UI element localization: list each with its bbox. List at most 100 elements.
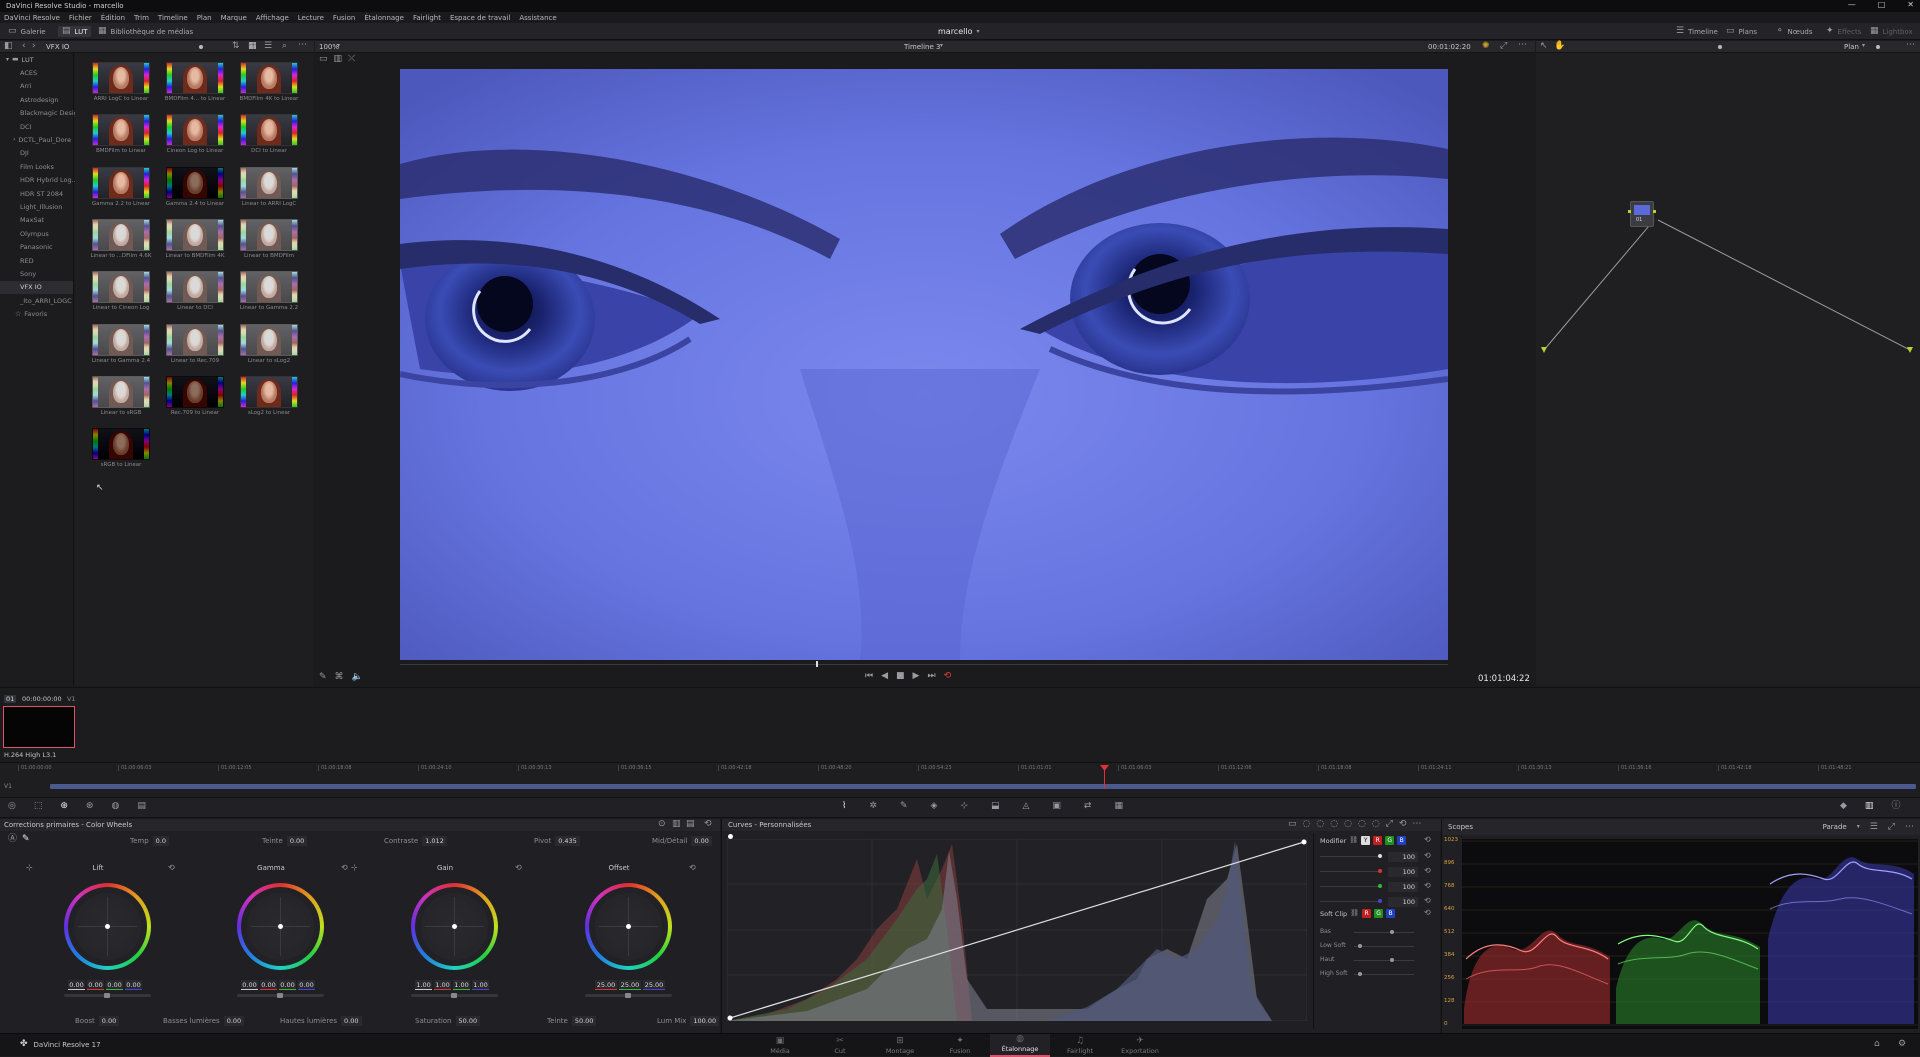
lut-folder-item[interactable]: Film Looks: [0, 160, 73, 173]
deliver-page-tab[interactable]: ✈ Exportation: [1110, 1034, 1170, 1057]
menu-trim[interactable]: Trim: [134, 14, 149, 22]
lut-thumbnail[interactable]: [92, 271, 150, 304]
single-view-icon[interactable]: ▭: [319, 55, 328, 64]
softclip-slider-handle[interactable]: [1390, 958, 1394, 962]
crosshair-icon[interactable]: ⊹: [26, 864, 33, 872]
wheel-value[interactable]: 1.00: [415, 980, 432, 990]
b-channel-button[interactable]: B: [1397, 836, 1407, 845]
lut-thumbnail[interactable]: [92, 166, 150, 199]
rgb-mixer-icon[interactable]: ⊛: [86, 802, 94, 811]
channel-reset-icon[interactable]: ⟲: [1424, 852, 1431, 860]
lut-folder-item[interactable]: Panasonic: [0, 240, 73, 253]
menu-help[interactable]: Assistance: [519, 14, 556, 22]
gallery-button[interactable]: ▭ Galerie: [8, 27, 46, 36]
nodes-toggle[interactable]: ⚬ Nœuds: [1776, 27, 1812, 36]
color-match-icon[interactable]: ⬚: [34, 802, 43, 811]
wheel-master-slider[interactable]: [64, 993, 151, 998]
lum-vs-sat-icon[interactable]: ◌: [1344, 820, 1352, 829]
menu-fichier[interactable]: Fichier: [69, 14, 92, 22]
menu-resolve[interactable]: DaVinci Resolve: [4, 14, 60, 22]
hue-vs-hue-icon[interactable]: ◌: [1303, 820, 1311, 829]
video-frame[interactable]: [400, 69, 1448, 660]
lum-mix-value[interactable]: 100.00: [690, 1016, 720, 1026]
lut-folder-item[interactable]: VFX IO: [0, 280, 73, 295]
shadows-param[interactable]: Basses lumières 0.00: [163, 1016, 245, 1026]
lut-thumbnail[interactable]: [92, 114, 150, 147]
wheel-reset-icon[interactable]: ⟲: [515, 864, 522, 872]
motion-effects-icon[interactable]: ◍: [111, 802, 119, 811]
y-channel-button[interactable]: Y: [1361, 836, 1371, 845]
link-icon[interactable]: ⛓: [1350, 910, 1359, 917]
sat-vs-sat-icon[interactable]: ◌: [1358, 820, 1366, 829]
curve-input-point[interactable]: [728, 834, 733, 839]
lut-folder-item[interactable]: ☆ Favoris: [0, 307, 73, 320]
wheel-puck[interactable]: [452, 924, 457, 929]
key-icon[interactable]: ▣: [1052, 802, 1061, 811]
wheel-value[interactable]: 0.00: [106, 980, 123, 990]
sort-icon[interactable]: ⇅: [232, 42, 240, 51]
edit-page-tab[interactable]: ⊞ Montage: [870, 1034, 930, 1057]
link-icon[interactable]: ⛓: [1349, 837, 1358, 844]
stop-icon[interactable]: ■: [896, 672, 905, 681]
node-zoom-slider[interactable]: [1718, 45, 1722, 49]
list-view-icon[interactable]: ☰: [264, 42, 272, 51]
lut-thumbnail[interactable]: [166, 166, 224, 199]
menu-timeline[interactable]: Timeline: [158, 14, 188, 22]
highlight-icon[interactable]: ✺: [1482, 42, 1490, 51]
wheel-value[interactable]: 25.00: [643, 980, 665, 990]
project-name[interactable]: marcello ▾: [938, 27, 979, 36]
lut-root-folder[interactable]: ▾ ▬ LUT: [0, 53, 73, 66]
channel-reset-icon[interactable]: ⟲: [1424, 897, 1431, 905]
lut-thumbnail[interactable]: [92, 323, 150, 356]
curves-reset-icon[interactable]: ⟲: [1399, 820, 1407, 829]
qualifier-icon[interactable]: ✎: [900, 802, 908, 811]
tracker-icon[interactable]: ⊹: [960, 802, 968, 811]
more-options-icon[interactable]: ⋯: [298, 41, 307, 50]
timeline-toggle[interactable]: ☰ Timeline: [1676, 27, 1718, 36]
wheel-ring[interactable]: [585, 883, 672, 970]
zoom-level[interactable]: 100%: [319, 43, 339, 51]
boost-value[interactable]: 0.00: [98, 1016, 120, 1026]
curves-icon[interactable]: ⌇: [842, 802, 846, 811]
lut-folder-item[interactable]: DCI: [0, 120, 73, 133]
scope-expand-icon[interactable]: ⤢: [1888, 822, 1895, 832]
highlights-value[interactable]: 0.00: [341, 1016, 362, 1026]
node-output-port[interactable]: [1653, 210, 1656, 213]
sidebar-toggle-icon[interactable]: ◧: [4, 42, 13, 51]
lut-thumbnail[interactable]: [240, 218, 298, 251]
lut-thumbnail[interactable]: [92, 428, 150, 461]
lut-folder-item[interactable]: HDR Hybrid Log...: [0, 174, 78, 187]
wheel-master-slider[interactable]: [585, 993, 672, 998]
wheel-puck[interactable]: [278, 924, 283, 929]
wheel-puck[interactable]: [626, 924, 631, 929]
menu-workspace[interactable]: Espace de travail: [450, 14, 510, 22]
lut-thumbnail[interactable]: [240, 271, 298, 304]
timeline-name[interactable]: Timeline 3: [904, 43, 940, 51]
wipe-icon[interactable]: ⤫: [348, 55, 355, 64]
channel-slider-handle[interactable]: [1378, 869, 1382, 873]
more-options-icon[interactable]: ⋯: [1412, 820, 1421, 829]
wheel-ring[interactable]: [411, 883, 498, 970]
lut-folder-item[interactable]: DJI: [0, 147, 73, 160]
lut-folder-item[interactable]: _Ito_ARRI_LOGC: [0, 294, 73, 307]
r-channel-button[interactable]: R: [1373, 836, 1383, 845]
lut-folder-item[interactable]: Light_Illusion: [0, 200, 73, 213]
fusion-page-tab[interactable]: ✦ Fusion: [930, 1034, 990, 1057]
wheel-reset-icon[interactable]: ⟲: [689, 864, 696, 872]
effects-toggle[interactable]: ✦ Effects: [1826, 27, 1861, 36]
wheel-value[interactable]: 1.00: [434, 980, 451, 990]
wheel-value[interactable]: 0.00: [241, 980, 258, 990]
lut-thumbnail[interactable]: [240, 62, 298, 94]
softclip-reset-icon[interactable]: ⟲: [1424, 909, 1431, 917]
link-icon[interactable]: ⌘: [335, 673, 344, 682]
wheel-value[interactable]: 0.00: [260, 980, 277, 990]
menu-fairlight[interactable]: Fairlight: [413, 14, 441, 22]
wheel-master-slider[interactable]: [237, 993, 324, 998]
lut-thumbnail[interactable]: [92, 62, 150, 94]
channel-slider-handle[interactable]: [1378, 884, 1382, 888]
custom-curve-icon[interactable]: ▭: [1288, 820, 1297, 829]
lut-folder-item[interactable]: Arri: [0, 80, 73, 93]
lut-thumbnail[interactable]: [166, 218, 224, 251]
softclip-r-button[interactable]: R: [1362, 909, 1372, 918]
softclip-slider-handle[interactable]: [1390, 930, 1394, 934]
